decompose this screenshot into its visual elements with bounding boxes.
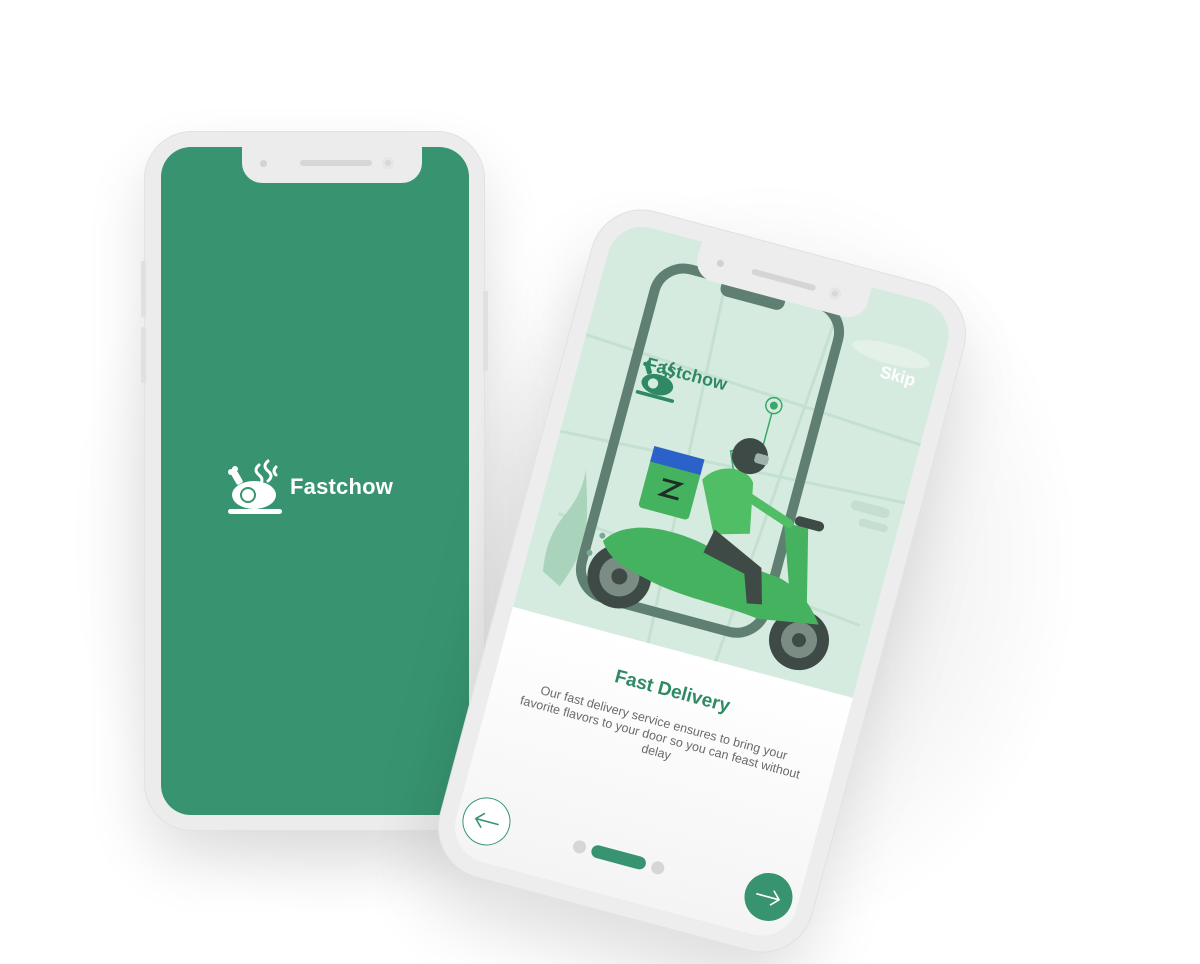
phone-splash: Fastchow bbox=[141, 131, 488, 831]
phone-side-button bbox=[141, 261, 146, 317]
pagination-dot[interactable] bbox=[571, 838, 588, 855]
brand-name: Fastchow bbox=[290, 474, 394, 499]
back-button[interactable] bbox=[457, 792, 516, 851]
speaker-grille bbox=[751, 268, 817, 292]
pagination-dots bbox=[571, 838, 666, 876]
front-camera bbox=[827, 286, 843, 301]
phone-onboarding: Fastchow Skip Fast Delivery Our fast del… bbox=[426, 197, 978, 964]
next-button[interactable] bbox=[739, 867, 798, 927]
sensor-dot bbox=[260, 160, 267, 167]
arrow-left-icon bbox=[475, 812, 499, 828]
pagination-dot-active[interactable] bbox=[589, 843, 648, 871]
pagination-dot[interactable] bbox=[649, 859, 666, 876]
speaker-grille bbox=[300, 160, 372, 166]
splash-logo: Fastchow bbox=[224, 457, 393, 517]
phone-side-button bbox=[483, 291, 488, 371]
roast-chicken-logo-icon bbox=[228, 459, 282, 514]
splash-screen: Fastchow bbox=[161, 147, 469, 815]
sensor-dot bbox=[716, 259, 725, 268]
onboarding-screen: Fastchow Skip Fast Delivery Our fast del… bbox=[447, 218, 957, 944]
phone-side-button bbox=[141, 327, 146, 383]
phone-notch bbox=[242, 147, 422, 183]
arrow-right-icon bbox=[756, 890, 780, 906]
front-camera bbox=[382, 157, 394, 169]
